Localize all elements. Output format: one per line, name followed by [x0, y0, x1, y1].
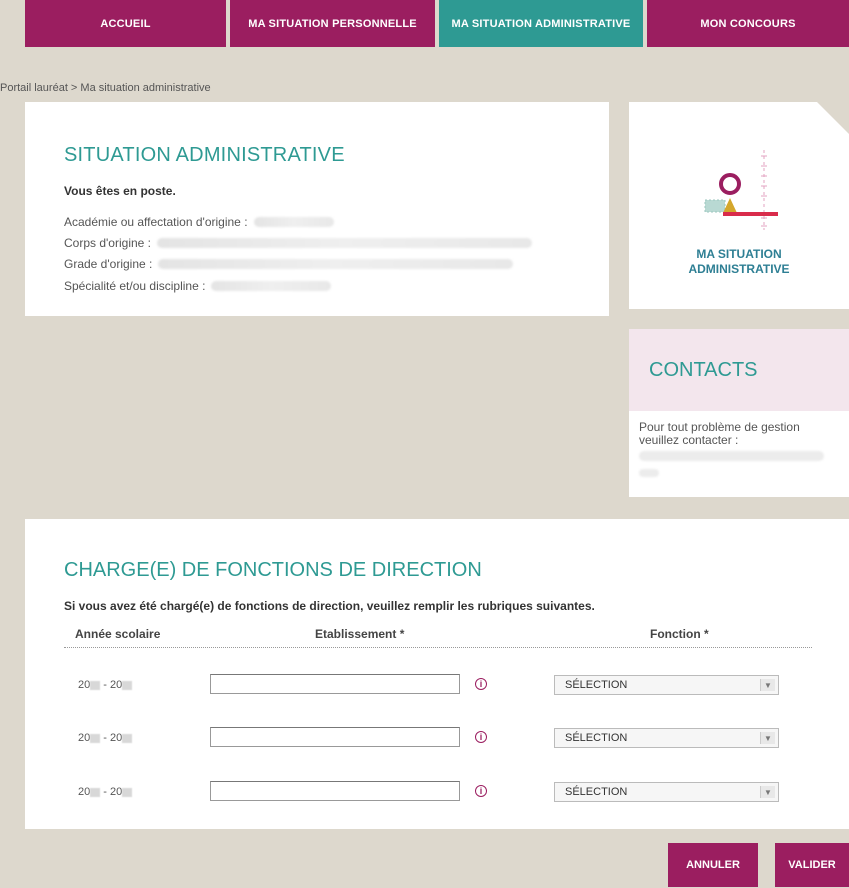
- etablissement-input[interactable]: [210, 727, 460, 747]
- redacted-digits: [122, 680, 133, 690]
- tab-accueil[interactable]: ACCUEIL: [25, 0, 226, 47]
- redacted-value: [211, 281, 332, 291]
- submit-button[interactable]: VALIDER: [775, 843, 849, 887]
- year-start: 20: [78, 679, 91, 691]
- info-label: Spécialité et/ou discipline :: [64, 279, 206, 293]
- info-row-academie: Académie ou affectation d'origine :: [64, 215, 334, 229]
- info-icon[interactable]: i: [475, 678, 487, 690]
- redacted-value: [157, 238, 532, 248]
- year-start: 20: [78, 732, 91, 744]
- contacts-card: CONTACTS Pour tout problème de gestion v…: [629, 329, 849, 497]
- redacted-digits: [90, 787, 101, 797]
- situation-title: SITUATION ADMINISTRATIVE: [64, 144, 345, 166]
- fonction-select[interactable]: SÉLECTION ▼: [554, 782, 779, 802]
- ma-situation-panel[interactable]: MA SITUATION ADMINISTRATIVE: [629, 102, 849, 309]
- breadcrumb-current: Ma situation administrative: [80, 82, 211, 94]
- row-year: 20 - 20: [78, 679, 133, 691]
- year-end: 20: [110, 679, 123, 691]
- label-line-2: ADMINISTRATIVE: [688, 262, 790, 276]
- chevron-down-icon[interactable]: ▼: [760, 679, 775, 691]
- breadcrumb-root-link[interactable]: Portail lauréat: [0, 82, 68, 94]
- tab-mon-concours[interactable]: MON CONCOURS: [647, 0, 849, 47]
- info-icon[interactable]: i: [475, 731, 487, 743]
- column-header-fonction: Fonction *: [650, 627, 709, 641]
- contacts-text: Pour tout problème de gestion veuillez c…: [639, 420, 800, 447]
- redacted-email: [639, 451, 824, 461]
- redacted-value: [158, 259, 514, 269]
- redacted-digits: [122, 733, 133, 743]
- person-chart-icon: [704, 150, 778, 230]
- folded-corner: [817, 102, 849, 134]
- year-separator: -: [100, 786, 111, 798]
- situation-card: SITUATION ADMINISTRATIVE Vous êtes en po…: [25, 102, 609, 316]
- select-value: SÉLECTION: [565, 679, 628, 691]
- year-separator: -: [100, 732, 111, 744]
- direction-form-card: CHARGE(E) DE FONCTIONS DE DIRECTION Si v…: [25, 519, 849, 829]
- contacts-title: CONTACTS: [649, 359, 758, 381]
- column-header-etablissement: Etablissement *: [315, 627, 405, 641]
- direction-title: CHARGE(E) DE FONCTIONS DE DIRECTION: [64, 559, 482, 581]
- label-line-1: MA SITUATION: [696, 247, 782, 261]
- redacted-value: [253, 217, 334, 227]
- redacted-digits: [90, 680, 101, 690]
- year-start: 20: [78, 786, 91, 798]
- year-end: 20: [110, 732, 123, 744]
- info-icon[interactable]: i: [475, 785, 487, 797]
- redacted-digits: [122, 787, 133, 797]
- breadcrumb-separator: >: [67, 82, 81, 94]
- direction-instructions: Si vous avez été chargé(e) de fonctions …: [64, 599, 595, 613]
- fonction-select[interactable]: SÉLECTION ▼: [554, 675, 779, 695]
- info-row-specialite: Spécialité et/ou discipline :: [64, 279, 332, 293]
- redacted-digits: [90, 733, 101, 743]
- situation-status: Vous êtes en poste.: [64, 184, 176, 198]
- info-label: Grade d'origine :: [64, 257, 153, 271]
- breadcrumb: Portail lauréat > Ma situation administr…: [0, 82, 211, 94]
- ma-situation-label: MA SITUATION ADMINISTRATIVE: [629, 247, 849, 277]
- etablissement-input[interactable]: [210, 674, 460, 694]
- info-label: Corps d'origine :: [64, 236, 151, 250]
- main-navigation: ACCUEIL MA SITUATION PERSONNELLE MA SITU…: [25, 0, 849, 47]
- tab-ma-situation-personnelle[interactable]: MA SITUATION PERSONNELLE: [230, 0, 435, 47]
- info-label: Académie ou affectation d'origine :: [64, 215, 248, 229]
- select-value: SÉLECTION: [565, 786, 628, 798]
- tab-ma-situation-administrative[interactable]: MA SITUATION ADMINISTRATIVE: [439, 0, 643, 47]
- year-end: 20: [110, 786, 123, 798]
- row-year: 20 - 20: [78, 786, 133, 798]
- chevron-down-icon[interactable]: ▼: [760, 732, 775, 744]
- select-value: SÉLECTION: [565, 732, 628, 744]
- redacted-email-2: [639, 469, 659, 477]
- year-separator: -: [100, 679, 111, 691]
- header-divider: [64, 647, 812, 648]
- column-header-year: Année scolaire: [75, 627, 161, 641]
- chevron-down-icon[interactable]: ▼: [760, 786, 775, 798]
- cancel-button[interactable]: ANNULER: [668, 843, 758, 887]
- info-row-grade: Grade d'origine :: [64, 257, 514, 271]
- row-year: 20 - 20: [78, 732, 133, 744]
- fonction-select[interactable]: SÉLECTION ▼: [554, 728, 779, 748]
- etablissement-input[interactable]: [210, 781, 460, 801]
- info-row-corps: Corps d'origine :: [64, 236, 532, 250]
